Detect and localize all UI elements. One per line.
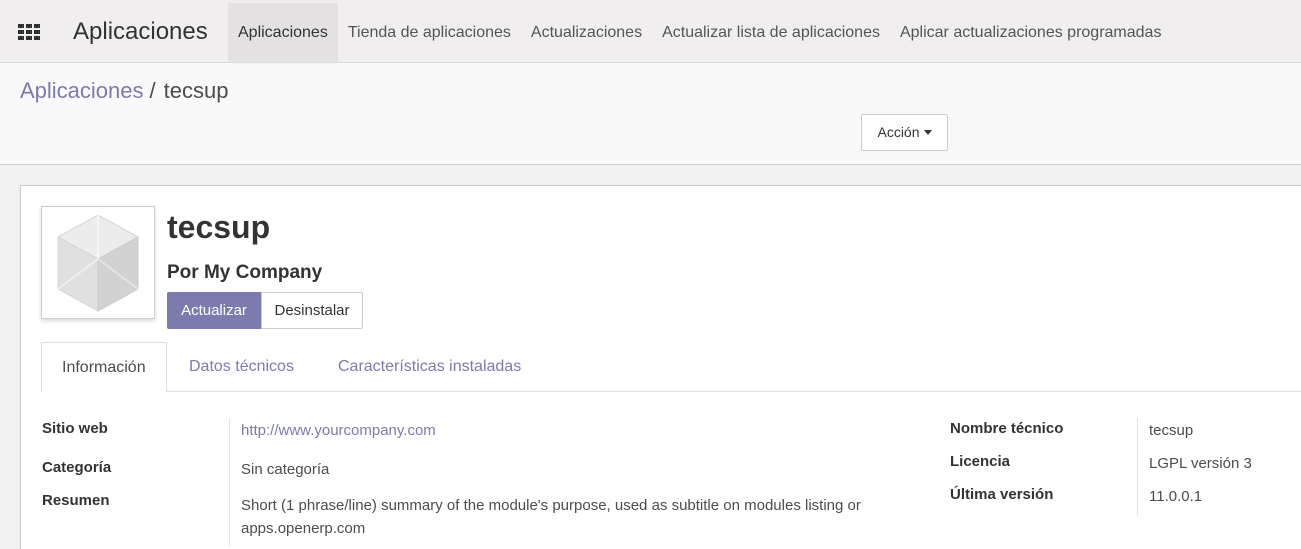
module-cube-icon [56, 214, 140, 312]
main-menu: Aplicaciones Tienda de aplicaciones Actu… [228, 3, 1171, 62]
form-sheet: tecsup Por My Company Actualizar Desinst… [20, 185, 1301, 549]
tab-informacion[interactable]: Información [41, 342, 167, 393]
menu-item-actualizar-lista[interactable]: Actualizar lista de aplicaciones [652, 3, 890, 62]
breadcrumb-current: tecsup [163, 78, 229, 103]
latest-version-label: Última versión [950, 486, 1054, 503]
technical-name-value: tecsup [1149, 422, 1194, 439]
breadcrumb-separator: / [149, 78, 156, 103]
menu-item-tienda[interactable]: Tienda de aplicaciones [338, 3, 521, 62]
caret-down-icon [923, 130, 932, 135]
tab-caracteristicas-instaladas[interactable]: Características instaladas [338, 342, 521, 392]
apps-menu-icon[interactable] [18, 24, 40, 40]
technical-name-label: Nombre técnico [950, 420, 1064, 437]
latest-version-value: 11.0.0.1 [1149, 488, 1203, 505]
summary-label: Resumen [42, 492, 110, 509]
module-image [41, 206, 155, 319]
category-value: Sin categoría [241, 461, 330, 478]
module-author: Por My Company [167, 262, 323, 283]
field-divider-left [229, 418, 230, 546]
website-label: Sitio web [42, 420, 108, 437]
menu-item-aplicaciones[interactable]: Aplicaciones [228, 3, 338, 62]
category-label: Categoría [42, 459, 112, 476]
content-area: tecsup Por My Company Actualizar Desinst… [0, 165, 1301, 549]
uninstall-button[interactable]: Desinstalar [261, 292, 363, 329]
menu-item-aplicar-actualizaciones[interactable]: Aplicar actualizaciones programadas [890, 3, 1171, 62]
license-label: Licencia [950, 453, 1011, 470]
breadcrumb: Aplicaciones / tecsup [20, 78, 228, 104]
menu-item-actualizaciones[interactable]: Actualizaciones [521, 3, 652, 62]
action-dropdown-label: Acción [877, 124, 920, 140]
license-value: LGPL versión 3 [1149, 455, 1252, 472]
control-panel: Aplicaciones / tecsup Acción [0, 63, 1301, 165]
tab-datos-tecnicos[interactable]: Datos técnicos [189, 342, 294, 392]
action-dropdown-button[interactable]: Acción [861, 114, 948, 151]
notebook-tabs: Información Datos técnicos Característic… [41, 342, 1301, 393]
module-title: tecsup [167, 209, 271, 245]
field-divider-right [1137, 418, 1138, 516]
upgrade-button[interactable]: Actualizar [167, 292, 261, 329]
app-brand-title: Aplicaciones [73, 18, 208, 45]
top-navbar: Aplicaciones Aplicaciones Tienda de apli… [0, 0, 1301, 63]
website-link[interactable]: http://www.yourcompany.com [241, 422, 436, 439]
breadcrumb-parent-link[interactable]: Aplicaciones [20, 78, 144, 103]
summary-value: Short (1 phrase/line) summary of the mod… [241, 497, 861, 537]
